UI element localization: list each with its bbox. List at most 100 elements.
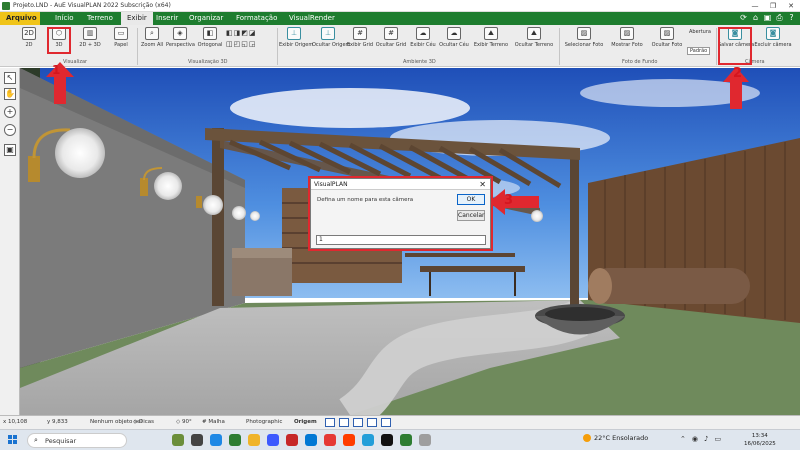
tab-arquivo[interactable]: Arquivo xyxy=(0,12,40,25)
weather-widget[interactable]: 22°C Ensolarado xyxy=(583,434,648,442)
default-button[interactable]: Padrão xyxy=(687,47,711,55)
grid-hide-icon: # xyxy=(384,27,398,40)
origin-toggle[interactable]: Origem xyxy=(294,419,317,425)
menu-bar: Arquivo Início Terreno Exibir Inserir Or… xyxy=(0,12,800,25)
select-arrow-icon[interactable]: ↖ xyxy=(4,72,16,84)
office-icon[interactable] xyxy=(343,434,355,446)
snap-intersect-icon[interactable] xyxy=(367,418,377,427)
hide-grid-button[interactable]: # Ocultar Grid xyxy=(375,27,407,48)
annotation-arrow-2: 2 xyxy=(722,66,750,110)
zoom-out-icon[interactable]: − xyxy=(4,124,16,136)
terrain-icon: ⛰ xyxy=(484,27,498,40)
volume-icon[interactable]: ♪ xyxy=(704,435,708,443)
aperture-button[interactable]: Abertura xyxy=(689,29,711,35)
angle-toggle[interactable]: ◇ 90° xyxy=(176,419,192,425)
tab-formatacao[interactable]: Formatação xyxy=(230,12,283,25)
chevron-up-icon[interactable]: ⌃ xyxy=(680,435,686,443)
zoom-in-icon[interactable]: + xyxy=(4,106,16,118)
view-2d3d-button[interactable]: ▥ 2D + 3D xyxy=(79,27,101,48)
store-icon[interactable] xyxy=(267,434,279,446)
minimize-button[interactable]: — xyxy=(746,0,764,12)
snap-line-icon[interactable] xyxy=(325,418,335,427)
app-icon-extra[interactable] xyxy=(419,434,431,446)
mesh-toggle[interactable]: # Malha xyxy=(202,419,225,425)
window-title: Projeto.LND - AuE VisualPLAN 2022 Subscr… xyxy=(13,2,171,9)
perspective-button[interactable]: ◈ Perspectiva xyxy=(166,27,195,48)
home-icon[interactable]: ⌂ xyxy=(751,13,760,23)
network-icon[interactable]: ◉ xyxy=(692,435,698,443)
show-sky-button[interactable]: ☁ Exibir Céu xyxy=(409,27,437,48)
status-bar: x 10,108 y 9,833 Nenhum objeto sel ◇ Dic… xyxy=(0,415,800,429)
print-icon[interactable]: ⎙ xyxy=(775,13,784,23)
edge-icon[interactable] xyxy=(210,434,222,446)
taskbar-search[interactable]: ⌕ Pesquisar xyxy=(27,433,127,448)
annotation-arrow-3: 3 xyxy=(489,189,541,215)
ok-button[interactable]: OK xyxy=(457,194,485,205)
coord-y: y 9,833 xyxy=(47,419,68,425)
clock-time: 13:34 xyxy=(751,433,768,439)
snap-midpoint-icon[interactable] xyxy=(353,418,363,427)
outlook-icon[interactable] xyxy=(305,434,317,446)
hide-sky-button[interactable]: ☁ Ocultar Céu xyxy=(438,27,470,48)
refresh-icon[interactable]: ⟳ xyxy=(739,13,748,23)
zoom-window-icon[interactable]: ▣ xyxy=(4,144,16,156)
view-orientation-cubes[interactable]: ◧◨◩◪ xyxy=(226,29,256,37)
pan-hand-icon[interactable]: ✋ xyxy=(4,88,16,100)
telegram-icon[interactable] xyxy=(362,434,374,446)
ribbon: 2D 2D ⬡ 3D ▥ 2D + 3D ▭ Papel Visualizar … xyxy=(0,25,800,67)
youtube-icon[interactable] xyxy=(324,434,336,446)
render-mode[interactable]: Photographic xyxy=(246,419,282,425)
tab-exibir[interactable]: Exibir xyxy=(121,12,153,25)
view-orientation-cubes-2[interactable]: ◫◰◱◲ xyxy=(226,40,256,48)
view-paper-button[interactable]: ▭ Papel xyxy=(111,27,131,48)
grid-icon: # xyxy=(353,27,367,40)
hide-origin-button[interactable]: ⊥ Ocultar Origem xyxy=(312,27,350,48)
maximize-button[interactable]: ❐ xyxy=(764,0,782,12)
tips-toggle[interactable]: ◇ Dicas xyxy=(133,419,154,425)
view-2d-button[interactable]: 2D 2D xyxy=(20,27,38,48)
camera-name-input[interactable]: 1 xyxy=(316,235,486,245)
sun-icon xyxy=(583,434,591,442)
hide-photo-button[interactable]: ▨ Ocultar Foto xyxy=(647,27,687,48)
orthogonal-cube-icon: ◧ xyxy=(203,27,217,40)
annotation-arrow-1: 1 xyxy=(40,62,80,107)
tab-organizar[interactable]: Organizar xyxy=(183,12,229,25)
camera-name-dialog: VisualPLAN ✕ Defina um nome para esta câ… xyxy=(310,178,491,249)
zoom-all-button[interactable]: ⌕ Zoom All xyxy=(141,27,163,48)
explorer-icon[interactable] xyxy=(248,434,260,446)
show-terrain-button[interactable]: ⛰ Exibir Terreno xyxy=(472,27,510,48)
orthogonal-button[interactable]: ◧ Ortogonal xyxy=(196,27,224,48)
perspective-cube-icon: ◈ xyxy=(173,27,187,40)
dialog-title: VisualPLAN xyxy=(314,181,348,188)
save-icon[interactable]: ▣ xyxy=(763,13,772,23)
tab-visualrender[interactable]: VisualRender xyxy=(283,12,341,25)
cancel-button[interactable]: Cancelar xyxy=(457,210,485,221)
visualplan-icon[interactable] xyxy=(400,434,412,446)
show-grid-button[interactable]: # Exibir Grid xyxy=(346,27,374,48)
chrome-icon[interactable] xyxy=(229,434,241,446)
clock[interactable]: 13:34 16/06/2025 xyxy=(744,432,776,448)
group-fotodefundo-label: Foto de Fundo xyxy=(622,59,658,65)
tab-terreno[interactable]: Terreno xyxy=(81,12,119,25)
battery-icon[interactable]: ▭ xyxy=(714,435,721,443)
hide-terrain-button[interactable]: ⛰ Ocultar Terreno xyxy=(512,27,556,48)
taskview-icon[interactable] xyxy=(172,434,184,446)
arrow-left-icon xyxy=(489,189,539,215)
show-origin-button[interactable]: ⊥ Exibir Origem xyxy=(279,27,313,48)
dialog-close-icon[interactable]: ✕ xyxy=(479,179,486,190)
help-icon[interactable]: ? xyxy=(787,13,796,23)
close-button[interactable]: ✕ xyxy=(782,0,800,12)
left-toolbar: ↖ ✋ + − ▣ xyxy=(0,68,20,415)
tab-inserir[interactable]: Inserir xyxy=(150,12,184,25)
snap-perpendicular-icon[interactable] xyxy=(381,418,391,427)
opera-icon[interactable] xyxy=(286,434,298,446)
show-photo-button[interactable]: ▨ Mostrar Foto xyxy=(607,27,647,48)
clock-date: 16/06/2025 xyxy=(744,441,776,447)
select-photo-button[interactable]: ▨ Selecionar Foto xyxy=(561,27,607,48)
widgets-icon[interactable] xyxy=(191,434,203,446)
snap-point-icon[interactable] xyxy=(339,418,349,427)
windows-start-icon[interactable] xyxy=(8,435,18,445)
chat-icon[interactable] xyxy=(381,434,393,446)
tab-inicio[interactable]: Início xyxy=(49,12,80,25)
delete-camera-button[interactable]: ◙ Excluir câmera xyxy=(753,27,793,48)
